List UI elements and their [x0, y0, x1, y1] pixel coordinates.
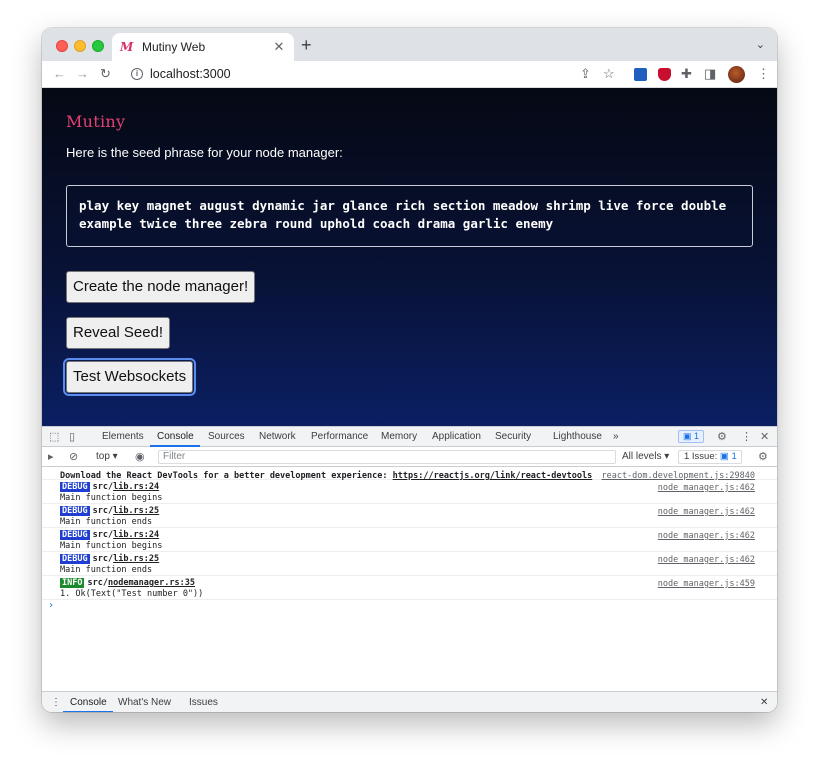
tab-network[interactable]: Network — [259, 431, 296, 442]
browser-menu-icon[interactable]: ⋮ — [757, 66, 770, 82]
sidebar-toggle-icon[interactable]: ▸ — [48, 450, 54, 463]
address-bar[interactable]: localhost:3000 — [150, 67, 231, 81]
page-content: Mutiny Here is the seed phrase for your … — [42, 88, 777, 426]
log-text: Main function ends — [60, 565, 153, 575]
extensions-puzzle-icon[interactable]: ✚ — [681, 66, 692, 82]
log-text: Main function begins — [60, 493, 163, 503]
console-prompt-row[interactable]: › — [42, 600, 777, 614]
list-item: INFO src/nodemanager.rs:35 1. Ok(Text("Te… — [42, 576, 777, 600]
tab-search-chevron-icon[interactable]: ⌄ — [756, 38, 765, 51]
mutiny-logo: Mutiny — [66, 112, 126, 131]
extension-icon[interactable] — [634, 68, 647, 81]
source-link[interactable]: node_manager.js:462 — [658, 483, 755, 493]
log-level-badge: DEBUG — [60, 530, 90, 540]
drawer-menu-icon[interactable]: ⋮ — [51, 697, 61, 708]
drawer-tab-whats-new[interactable]: What's New — [118, 697, 171, 708]
back-icon[interactable]: ← — [53, 66, 66, 82]
settings-gear-icon[interactable]: ⚙ — [717, 430, 727, 443]
source-link[interactable]: node_manager.js:462 — [658, 555, 755, 565]
avatar[interactable] — [728, 66, 745, 83]
tab-console[interactable]: Console — [157, 431, 194, 442]
log-level-badge: DEBUG — [60, 554, 90, 564]
inspect-element-icon[interactable]: ⬚ — [49, 430, 59, 443]
seed-intro-text: Here is the seed phrase for your node ma… — [66, 145, 343, 160]
create-node-manager-button[interactable]: Create the node manager! — [66, 271, 256, 303]
log-level-badge: DEBUG — [60, 482, 90, 492]
browser-tab[interactable]: M Mutiny Web ✕ — [112, 33, 294, 61]
log-text: Main function ends — [60, 517, 153, 527]
tab-lighthouse[interactable]: Lighthouse — [553, 431, 602, 442]
list-item: Download the React DevTools for a better… — [42, 468, 777, 481]
clear-console-icon[interactable]: ⊘ — [69, 450, 78, 463]
reload-icon[interactable]: ↻ — [100, 66, 111, 82]
maximize-window-button[interactable] — [92, 40, 104, 52]
device-toolbar-icon[interactable]: ▯ — [69, 430, 75, 443]
seed-phrase-box: play key magnet august dynamic jar glanc… — [66, 185, 753, 247]
close-devtools-icon[interactable]: ✕ — [760, 430, 769, 443]
mutiny-favicon-icon: M — [120, 40, 134, 54]
drawer-tab-issues[interactable]: Issues — [189, 697, 218, 708]
close-window-button[interactable] — [56, 40, 68, 52]
console-messages: Download the React DevTools for a better… — [42, 468, 777, 614]
side-panel-icon[interactable]: ◨ — [704, 66, 716, 82]
list-item: DEBUG src/lib.rs:24 Main function begins … — [42, 528, 777, 552]
browser-window: M Mutiny Web ✕ + ⌄ ← → ↻ i localhost:300… — [42, 28, 777, 712]
log-text: 1. Ok(Text("Test number 0")) — [60, 589, 204, 599]
tab-strip: M Mutiny Web ✕ + ⌄ — [42, 28, 777, 61]
log-levels-dropdown[interactable]: All levels ▾ — [622, 451, 669, 462]
log-level-badge: INFO — [60, 578, 85, 588]
close-tab-icon[interactable]: ✕ — [272, 39, 286, 55]
source-link[interactable]: node_manager.js:462 — [658, 531, 755, 541]
list-item: DEBUG src/lib.rs:25 Main function ends no… — [42, 552, 777, 576]
drawer-active-indicator — [63, 711, 113, 712]
issues-pill[interactable]: 1 Issue: ▣ 1 — [678, 450, 742, 464]
devtools-panel: ⬚ ▯ Elements Console Sources Network Per… — [42, 426, 777, 712]
devtools-tab-bar: ⬚ ▯ Elements Console Sources Network Per… — [42, 427, 777, 447]
reveal-seed-button[interactable]: Reveal Seed! — [66, 317, 171, 349]
tab-sources[interactable]: Sources — [208, 431, 245, 442]
seed-line-1: play key magnet august dynamic jar glanc… — [79, 198, 727, 213]
console-filter-bar: ▸ ⊘ top ▾ ◉ Filter All levels ▾ 1 Issue:… — [42, 447, 777, 467]
share-icon[interactable]: ⇪ — [580, 66, 591, 82]
tab-elements[interactable]: Elements — [102, 431, 144, 442]
test-websockets-button[interactable]: Test Websockets — [62, 358, 197, 396]
list-item: DEBUG src/lib.rs:25 Main function ends no… — [42, 504, 777, 528]
tab-security[interactable]: Security — [495, 431, 531, 442]
forward-icon[interactable]: → — [76, 66, 89, 82]
filter-input[interactable]: Filter — [158, 450, 616, 464]
bookmark-star-icon[interactable]: ☆ — [603, 66, 615, 82]
context-selector[interactable]: top ▾ — [96, 451, 118, 462]
browser-toolbar: ← → ↻ i localhost:3000 ⇪ ☆ ✚ ◨ ⋮ — [42, 61, 777, 88]
console-settings-gear-icon[interactable]: ⚙ — [758, 450, 768, 463]
tab-title: Mutiny Web — [142, 40, 206, 54]
log-text: Main function begins — [60, 541, 163, 551]
tab-application[interactable]: Application — [432, 431, 481, 442]
console-prompt-icon: › — [48, 600, 55, 611]
devtools-menu-icon[interactable]: ⋮ — [741, 430, 752, 443]
source-link[interactable]: node_manager.js:462 — [658, 507, 755, 517]
drawer-tab-console[interactable]: Console — [70, 697, 107, 708]
source-link[interactable]: node_manager.js:459 — [658, 579, 755, 589]
seed-line-2: example twice three zebra round uphold c… — [79, 216, 554, 231]
tab-memory[interactable]: Memory — [381, 431, 417, 442]
tab-performance[interactable]: Performance — [311, 431, 368, 442]
close-drawer-icon[interactable]: ✕ — [760, 697, 768, 708]
list-item: DEBUG src/lib.rs:24 Main function begins … — [42, 480, 777, 504]
site-info-icon[interactable]: i — [131, 68, 143, 80]
live-expression-eye-icon[interactable]: ◉ — [135, 450, 145, 463]
log-level-badge: DEBUG — [60, 506, 90, 516]
more-tabs-icon[interactable]: » — [613, 431, 619, 442]
devtools-drawer: ⋮ Console What's New Issues ✕ — [42, 691, 777, 712]
minimize-window-button[interactable] — [74, 40, 86, 52]
new-tab-icon[interactable]: + — [301, 36, 312, 54]
shield-extension-icon[interactable] — [658, 68, 671, 81]
issues-badge[interactable]: ▣ 1 — [678, 430, 704, 443]
